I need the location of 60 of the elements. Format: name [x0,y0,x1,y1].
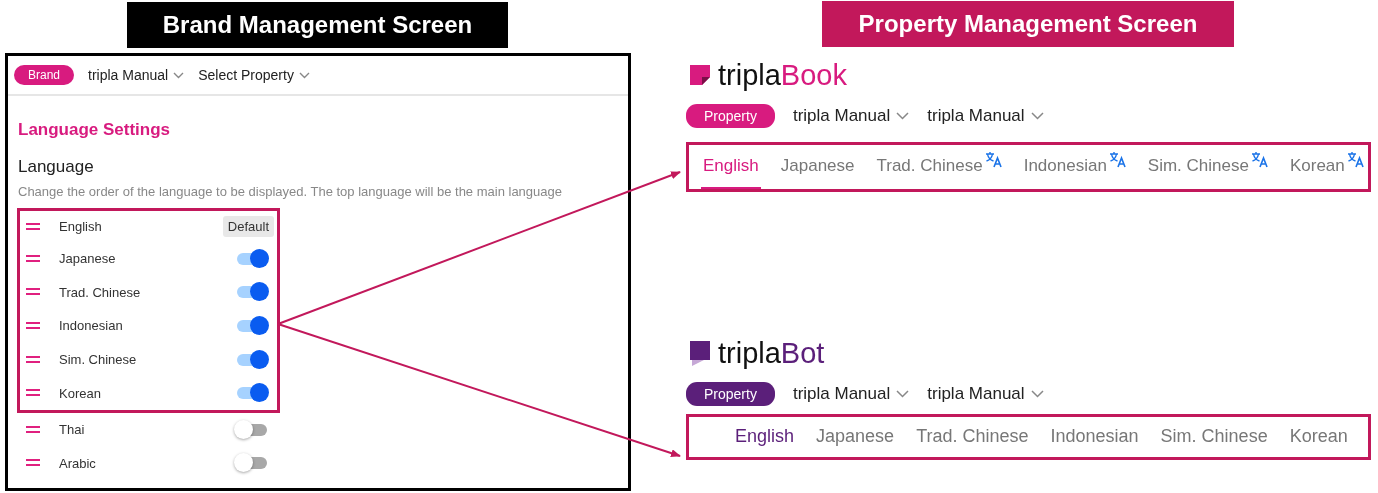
drag-handle-icon[interactable] [26,222,40,231]
chevron-icon [298,71,310,79]
translate-icon [1250,152,1268,168]
language-tab[interactable]: Trad. Chinese [914,417,1031,457]
annotation-title: Property Management Screen [822,1,1234,47]
product-logo: triplaBook [718,59,847,92]
property-badge: Property [686,382,775,406]
chevron-icon [173,71,185,79]
language-name: Sim. Chinese [59,352,138,368]
toggle-switch[interactable] [237,423,267,436]
language-name: Japanese [59,251,117,267]
language-tab[interactable]: English [733,417,797,457]
translate-icon [1108,152,1126,168]
language-name: Korean [59,385,102,401]
translate-icon [984,152,1002,168]
drag-handle-icon[interactable] [26,355,40,364]
selector-dropdown[interactable]: tripla Manual [88,67,185,83]
toggle-switch[interactable] [237,252,267,265]
language-tab[interactable]: Japanese [814,417,897,457]
drag-handle-icon[interactable] [26,425,40,434]
chevron-icon [896,112,910,120]
product-logo: triplaBot [718,337,825,370]
language-tab[interactable]: Sim. Chinese [1158,417,1270,457]
drag-handle-icon[interactable] [26,389,40,398]
translate-icon [1346,152,1364,168]
heading: Language [18,157,95,177]
property-badge: Property [686,104,775,128]
chevron-icon [896,390,910,398]
language-name: Trad. Chinese [59,284,142,300]
drag-handle-icon[interactable] [26,254,40,263]
language-tab[interactable]: English [701,145,761,189]
language-name: Indonesian [59,318,124,334]
description: Change the order of the language to be displayed. The top language will be the main language [18,184,563,199]
language-tab[interactable]: Indonesian [1048,417,1141,457]
logo-icon [690,340,712,367]
chevron-icon [1030,112,1044,120]
selector-dropdown[interactable]: tripla Manual [927,384,1044,404]
language-name: Arabic [59,455,97,471]
selector-dropdown[interactable]: tripla Manual [927,106,1044,126]
language-tab[interactable]: Sim. Chinese [1145,145,1270,189]
language-tab[interactable]: Japanese [778,145,857,189]
section-title: Language Settings [18,120,172,140]
selector-dropdown[interactable]: tripla Manual [792,106,910,126]
language-tab[interactable]: Korean [1287,417,1350,457]
language-name: Thai [59,422,86,438]
logo-icon [690,64,712,87]
language-name: English [59,219,103,234]
brand-badge: Brand [14,65,75,85]
language-tab[interactable]: Korean [1287,145,1366,189]
toggle-switch[interactable] [237,353,267,366]
annotation-title: Brand Management Screen [127,2,508,48]
selector-dropdown[interactable]: tripla Manual [792,384,910,404]
chevron-icon [1030,390,1044,398]
drag-handle-icon[interactable] [26,322,40,330]
selector-dropdown[interactable]: Select Property [198,67,310,83]
language-tab[interactable]: Trad. Chinese [874,145,1004,189]
default-tag: Default [222,216,274,237]
drag-handle-icon[interactable] [26,459,40,468]
drag-handle-icon[interactable] [26,288,40,297]
language-tab[interactable]: Indonesian [1021,145,1128,189]
